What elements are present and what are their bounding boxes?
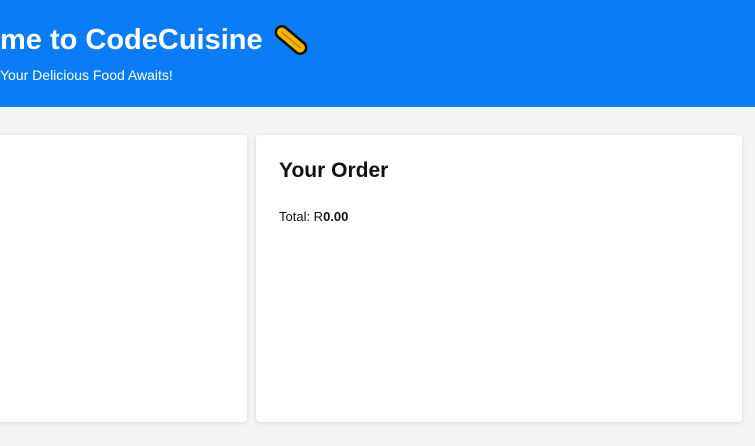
order-panel: Your Order Total: R0.00 <box>256 135 742 422</box>
menu-panel <box>0 135 247 422</box>
hotdog-icon <box>271 22 311 58</box>
order-total-label: Total: R <box>279 209 324 224</box>
site-header: me to CodeCuisine Your Delicious Food Aw… <box>0 0 755 107</box>
site-title: me to CodeCuisine <box>0 22 311 58</box>
site-title-text: me to CodeCuisine <box>0 23 263 56</box>
order-heading: Your Order <box>279 159 389 182</box>
order-total-amount: 0.00 <box>323 209 349 224</box>
site-subtitle: Your Delicious Food Awaits! <box>0 67 173 83</box>
order-total: Total: R0.00 <box>279 209 348 224</box>
